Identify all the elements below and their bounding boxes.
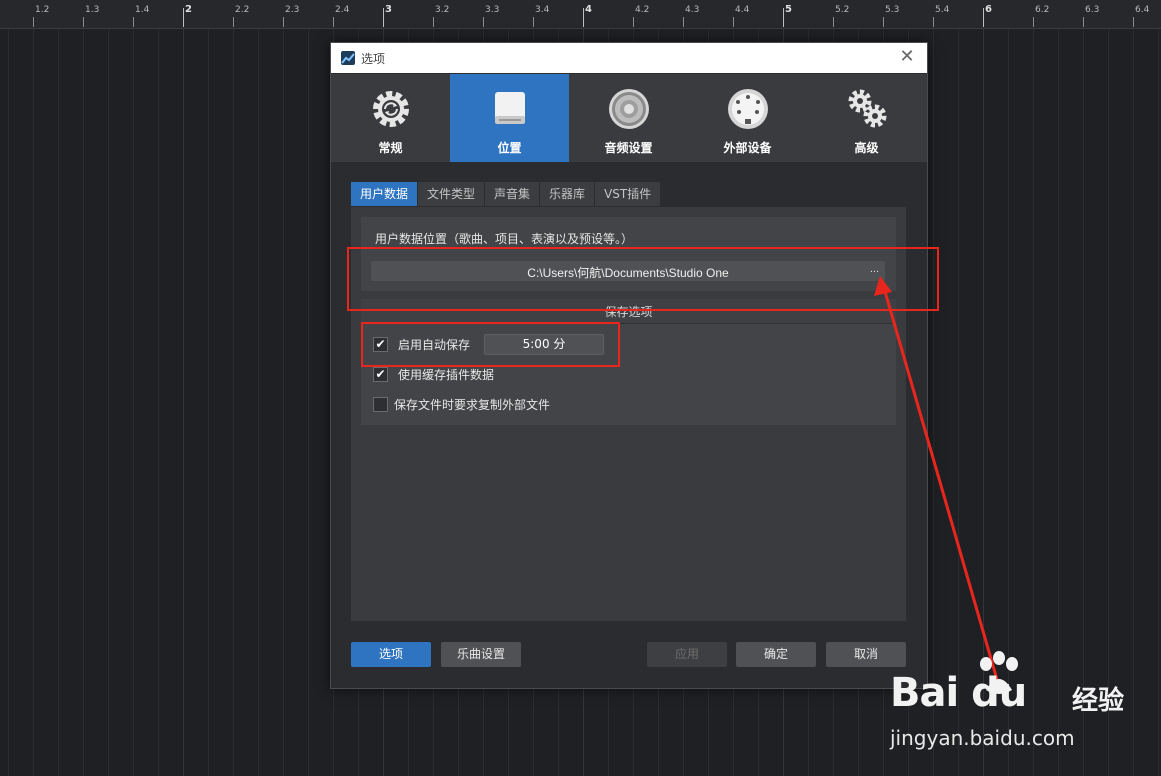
watermark-brand: Bai du — [890, 670, 1027, 716]
watermark-sub: 经验 — [1072, 686, 1125, 716]
baidu-watermark: Bai du 经验 jingyan.baidu.com — [888, 650, 1158, 770]
watermark-url: jingyan.baidu.com — [890, 726, 1075, 750]
